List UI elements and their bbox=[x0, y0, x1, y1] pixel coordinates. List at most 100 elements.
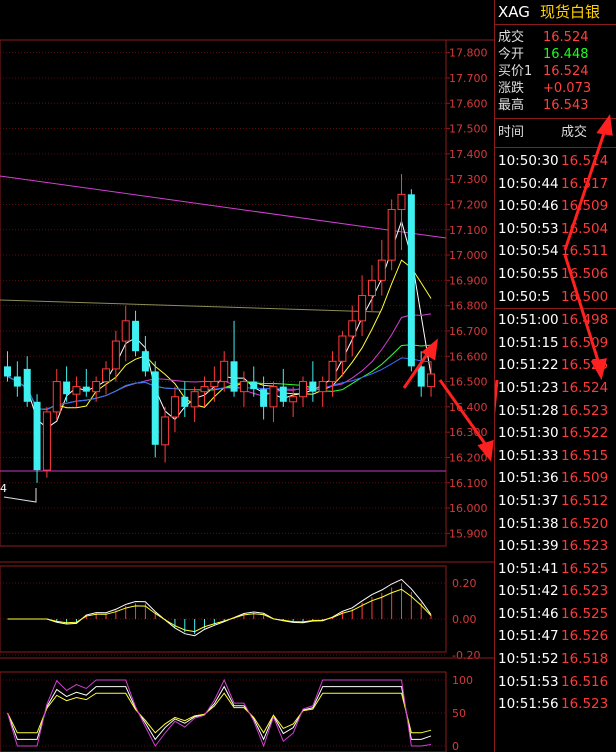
tick-row[interactable]: 10:51:22 16.525 bbox=[495, 354, 616, 377]
tick-time: 10:51:53 bbox=[498, 673, 559, 690]
tick-price: 16.525 bbox=[561, 560, 609, 577]
macd-frame bbox=[0, 565, 447, 653]
candle-body bbox=[52, 381, 61, 413]
candle-body bbox=[239, 381, 248, 393]
tick-row[interactable]: 10:50:55 16.506 bbox=[495, 263, 616, 286]
tick-row[interactable]: 10:51:00 16.498 bbox=[495, 308, 616, 332]
tick-time: 10:51:23 bbox=[498, 379, 559, 396]
tick-row[interactable]: 10:51:38 16.520 bbox=[495, 513, 616, 536]
tick-row[interactable]: 10:50:30 16.514 bbox=[495, 150, 616, 173]
ticks-header: 时间 成交 bbox=[495, 118, 616, 148]
tick-row[interactable]: 10:51:46 16.525 bbox=[495, 603, 616, 626]
tick-time: 10:51:22 bbox=[498, 357, 559, 374]
quote-value: 16.524 bbox=[543, 64, 589, 79]
tick-row[interactable]: 10:50:46 16.509 bbox=[495, 195, 616, 218]
macd-tick-label: -0.20 bbox=[452, 649, 480, 662]
tick-row[interactable]: 10:50:54 16.511 bbox=[495, 240, 616, 263]
tick-row[interactable]: 10:51:36 16.509 bbox=[495, 467, 616, 490]
tick-row[interactable]: 10:51:39 16.523 bbox=[495, 535, 616, 558]
tick-row[interactable]: 10:51:53 16.516 bbox=[495, 671, 616, 694]
macd-dif-line bbox=[7, 578, 432, 637]
price-tick-label: 16.900 bbox=[449, 274, 488, 287]
main-chart-frame bbox=[0, 39, 447, 547]
candle-body bbox=[23, 368, 31, 402]
quote-value: 16.543 bbox=[543, 98, 589, 113]
candle-body bbox=[121, 320, 130, 342]
tick-price: 16.511 bbox=[561, 243, 609, 260]
candle-body bbox=[220, 360, 229, 383]
candle-body bbox=[190, 391, 199, 408]
tick-price: 16.518 bbox=[561, 651, 609, 668]
price-tick-label: 16.800 bbox=[449, 300, 488, 313]
tick-time: 10:51:00 bbox=[498, 312, 559, 329]
tick-row[interactable]: 10:51:37 16.512 bbox=[495, 490, 616, 513]
tick-row[interactable]: 10:51:15 16.509 bbox=[495, 332, 616, 355]
symbol-header[interactable]: XAG 现货白银 bbox=[495, 0, 616, 25]
candle-body bbox=[181, 396, 189, 407]
quote-row: 涨跌 +0.073 bbox=[495, 80, 616, 97]
tick-price: 16.522 bbox=[561, 425, 609, 442]
tick-price: 16.523 bbox=[561, 696, 609, 713]
tick-time: 10:51:41 bbox=[498, 560, 559, 577]
candle-body bbox=[250, 381, 258, 390]
quote-label: 成交 bbox=[498, 30, 525, 45]
tick-time: 10:50:30 bbox=[498, 153, 559, 169]
tick-row[interactable]: 10:51:42 16.523 bbox=[495, 580, 616, 603]
candle-body bbox=[417, 366, 425, 387]
tick-time: 10:51:15 bbox=[498, 334, 559, 351]
price-tick-label: 17.400 bbox=[449, 148, 488, 161]
tick-row[interactable]: 10:51:23 16.524 bbox=[495, 377, 616, 400]
tick-price: 16.500 bbox=[561, 288, 609, 305]
quote-label: 今开 bbox=[498, 47, 525, 62]
ticks-header-price: 成交 bbox=[561, 125, 588, 140]
tick-time: 10:50:55 bbox=[498, 265, 559, 282]
tick-price: 16.509 bbox=[561, 334, 609, 351]
candle-body bbox=[92, 381, 101, 393]
price-tick-label: 15.900 bbox=[449, 527, 488, 540]
tick-time: 10:50:5 bbox=[498, 288, 551, 305]
candle-body bbox=[269, 386, 278, 408]
tick-time: 10:51:33 bbox=[498, 447, 559, 464]
tick-time: 10:51:52 bbox=[498, 651, 559, 668]
candle-body bbox=[151, 371, 159, 445]
candle-body bbox=[299, 381, 307, 398]
tick-price: 16.525 bbox=[561, 605, 609, 622]
candle-body bbox=[141, 351, 149, 372]
candle-body bbox=[358, 295, 367, 322]
symbol-code: XAG bbox=[498, 3, 530, 21]
quote-row: 最高 16.543 bbox=[495, 97, 616, 114]
tick-row[interactable]: 10:51:33 16.515 bbox=[495, 445, 616, 468]
candle-body bbox=[289, 396, 298, 403]
tick-row[interactable]: 10:50:53 16.504 bbox=[495, 218, 616, 241]
ma-yellow bbox=[7, 259, 432, 410]
tick-price: 16.516 bbox=[561, 673, 609, 690]
candle-body bbox=[338, 335, 347, 362]
tick-price: 16.526 bbox=[561, 628, 609, 645]
candle-body bbox=[230, 361, 238, 392]
candle-body bbox=[387, 209, 396, 261]
tick-row[interactable]: 10:51:52 16.518 bbox=[495, 648, 616, 671]
tick-price: 16.523 bbox=[561, 583, 609, 600]
candle-body bbox=[42, 411, 51, 471]
price-tick-label: 17.300 bbox=[449, 173, 488, 186]
tick-time: 10:50:53 bbox=[498, 220, 559, 237]
tick-row[interactable]: 10:51:41 16.525 bbox=[495, 558, 616, 581]
low-marker bbox=[3, 488, 37, 503]
candle-body bbox=[72, 386, 81, 395]
candle-body bbox=[427, 373, 436, 388]
tick-price: 16.509 bbox=[561, 198, 609, 215]
candle-body bbox=[170, 396, 179, 418]
candle-body bbox=[4, 366, 11, 377]
tick-time: 10:51:37 bbox=[498, 492, 559, 509]
tick-row[interactable]: 10:50:5 16.500 bbox=[495, 286, 616, 309]
kline-chart[interactable]: 17.800 17.700 17.600 17.500 17.400 17.300 17.2… bbox=[0, 0, 494, 752]
ticks-list[interactable]: 10:50:30 16.514 10:50:44 16.517 10:50:46 16.5… bbox=[495, 148, 616, 716]
tick-price: 16.506 bbox=[561, 265, 609, 282]
tick-row[interactable]: 10:51:30 16.522 bbox=[495, 422, 616, 445]
tick-row[interactable]: 10:51:28 16.523 bbox=[495, 400, 616, 423]
tick-row[interactable]: 10:51:56 16.523 bbox=[495, 693, 616, 716]
quote-label: 涨跌 bbox=[498, 81, 525, 96]
tick-row[interactable]: 10:51:47 16.526 bbox=[495, 625, 616, 648]
tick-row[interactable]: 10:50:44 16.517 bbox=[495, 173, 616, 196]
price-tick-label: 17.500 bbox=[449, 123, 488, 136]
